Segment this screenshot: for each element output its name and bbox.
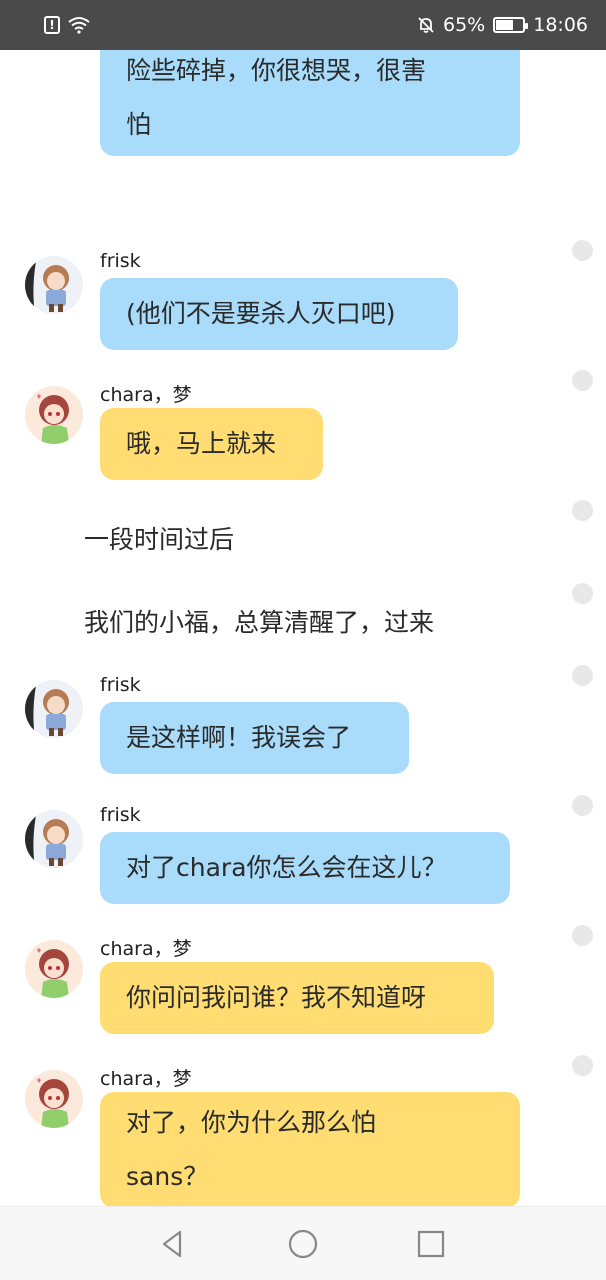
message-line: 是这样啊！我误会了 xyxy=(126,723,352,752)
select-dot[interactable] xyxy=(572,665,593,686)
select-dot[interactable] xyxy=(572,370,593,391)
sender-name: chara，梦 xyxy=(100,1068,192,1090)
message-bubble[interactable]: 你问问我问谁？我不知道呀 xyxy=(100,962,494,1034)
sender-name: chara，梦 xyxy=(100,384,192,406)
sender-name: frisk xyxy=(100,674,141,696)
message-bubble[interactable]: 对了，你为什么那么怕 sans？ xyxy=(100,1092,520,1206)
message-bubble[interactable]: 对了chara你怎么会在这儿？ xyxy=(100,832,510,904)
select-dot[interactable] xyxy=(572,500,593,521)
navigation-bar xyxy=(0,1206,606,1280)
message-line: 你问问我问谁？我不知道呀 xyxy=(126,983,427,1012)
message-bubble[interactable]: 哦，马上就来 xyxy=(100,408,323,480)
message-line: (他们不是要杀人灭口吧) xyxy=(126,299,396,328)
message-line: 怕 xyxy=(126,110,152,139)
message-line: 险些碎掉，你很想哭，很害 xyxy=(126,56,427,85)
select-dot[interactable] xyxy=(572,925,593,946)
narration-text: 一段时间过后 xyxy=(84,525,235,554)
sender-name: frisk xyxy=(100,250,141,272)
select-dot[interactable] xyxy=(572,1055,593,1076)
battery-icon xyxy=(493,17,529,33)
avatar-chara[interactable] xyxy=(25,1070,83,1128)
home-icon[interactable] xyxy=(286,1227,320,1261)
chat-area[interactable]: *你听到了这句话，你的决心险些碎掉，你很想哭，很害怕 frisk (他们不是要杀人… xyxy=(0,50,606,1206)
back-icon[interactable] xyxy=(156,1227,190,1261)
avatar-chara[interactable] xyxy=(25,386,83,444)
message-line: 对了chara你怎么会在这儿？ xyxy=(126,853,447,882)
sender-name: chara，梦 xyxy=(100,938,192,960)
sender-name: frisk xyxy=(100,804,141,826)
message-line: 哦，马上就来 xyxy=(126,429,277,458)
wifi-icon xyxy=(68,17,90,34)
avatar-chara[interactable] xyxy=(25,940,83,998)
battery-fill xyxy=(496,20,514,30)
alert-icon: ! xyxy=(44,16,60,34)
status-right: 65% 18:06 xyxy=(417,14,588,36)
avatar-frisk[interactable] xyxy=(25,680,83,738)
status-left: ! xyxy=(44,16,90,34)
message-line: sans？ xyxy=(126,1162,209,1191)
message-bubble[interactable]: 是这样啊！我误会了 xyxy=(100,702,409,774)
clock: 18:06 xyxy=(533,14,588,36)
narration-text: 我们的小福，总算清醒了，过来 xyxy=(84,608,435,637)
avatar-frisk[interactable] xyxy=(25,810,83,868)
recents-icon[interactable] xyxy=(414,1227,448,1261)
message-line: 对了，你为什么那么怕 xyxy=(126,1108,377,1137)
status-bar: ! 65% 18:06 xyxy=(0,0,606,50)
battery-percent: 65% xyxy=(443,14,486,36)
message-bubble[interactable]: *你听到了这句话，你的决心险些碎掉，你很想哭，很害怕 xyxy=(100,50,520,156)
message-bubble[interactable]: (他们不是要杀人灭口吧) xyxy=(100,278,458,350)
select-dot[interactable] xyxy=(572,583,593,604)
select-dot[interactable] xyxy=(572,795,593,816)
avatar-frisk[interactable] xyxy=(25,256,83,314)
select-dot[interactable] xyxy=(572,240,593,261)
mute-bell-icon xyxy=(418,17,434,33)
